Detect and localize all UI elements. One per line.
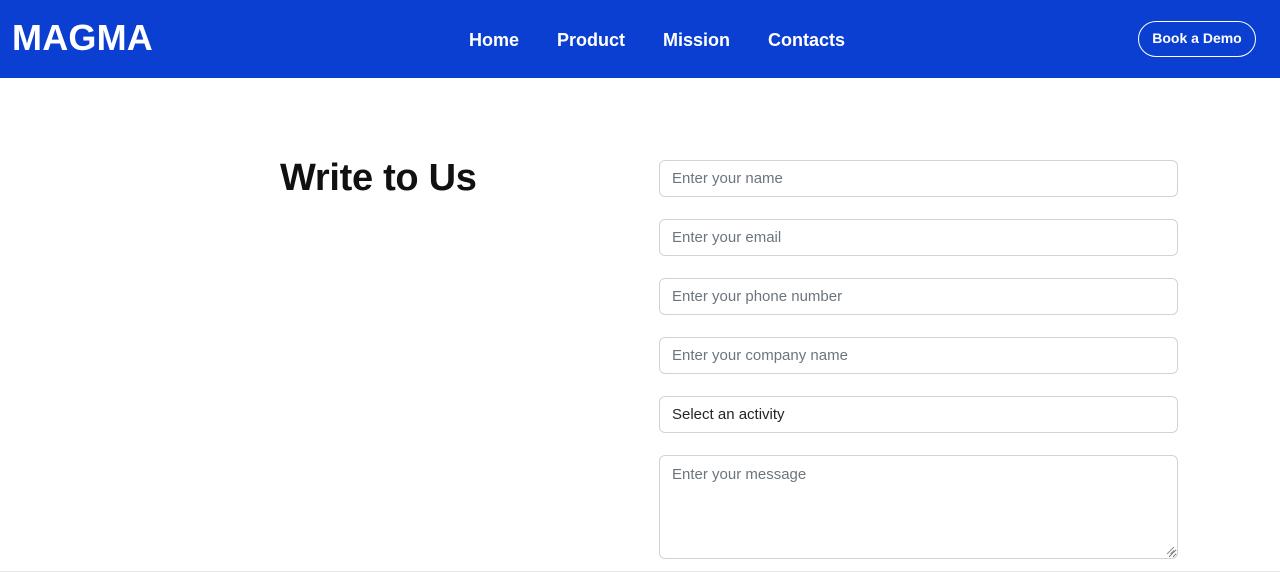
nav-link-product[interactable]: Product: [557, 28, 625, 52]
nav-link-mission[interactable]: Mission: [663, 28, 730, 52]
navbar: MAGMA Home Product Mission Contacts Book…: [0, 0, 1280, 78]
nav-link-home[interactable]: Home: [469, 28, 519, 52]
nav-link-contacts[interactable]: Contacts: [768, 28, 845, 52]
brand-logo[interactable]: MAGMA: [12, 16, 153, 60]
nav-links: Home Product Mission Contacts: [469, 28, 883, 52]
message-textarea[interactable]: [659, 455, 1178, 559]
phone-input[interactable]: [659, 278, 1178, 315]
book-demo-button[interactable]: Book a Demo: [1138, 21, 1256, 57]
company-input[interactable]: [659, 337, 1178, 374]
name-input[interactable]: [659, 160, 1178, 197]
activity-select[interactable]: Select an activity: [659, 396, 1178, 433]
email-input[interactable]: [659, 219, 1178, 256]
page-title: Write to Us: [280, 157, 477, 199]
activity-select-value: Select an activity: [672, 406, 785, 423]
